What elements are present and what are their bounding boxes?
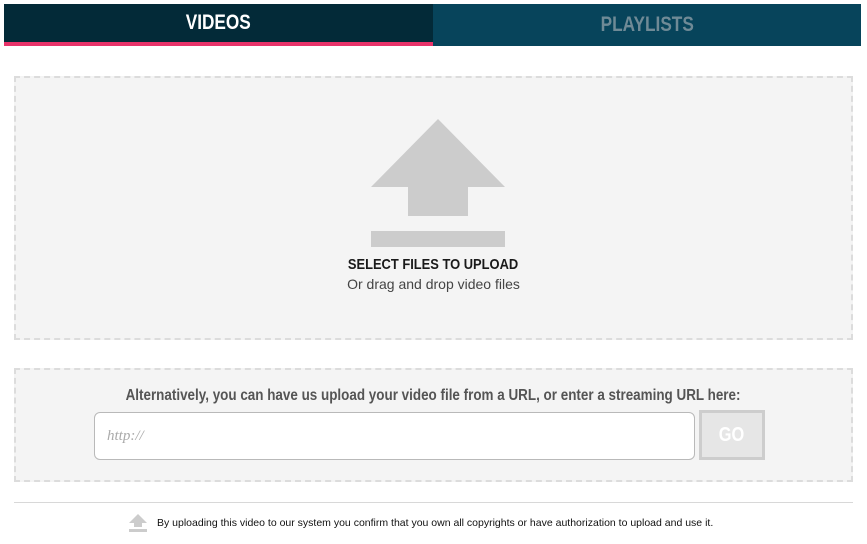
dropzone-subtitle: Or drag and drop video files	[347, 276, 520, 292]
go-button[interactable]: GO	[699, 410, 765, 460]
tab-bar: VIDEOS PLAYLISTS	[4, 4, 861, 46]
tab-videos[interactable]: VIDEOS	[4, 4, 433, 46]
dropzone-title: SELECT FILES TO UPLOAD	[348, 256, 519, 273]
url-input[interactable]	[94, 412, 695, 460]
tab-videos-label: VIDEOS	[185, 11, 251, 34]
file-dropzone[interactable]: SELECT FILES TO UPLOAD Or drag and drop …	[14, 76, 853, 340]
upload-arrow-icon	[129, 514, 147, 532]
upload-arrow-icon	[371, 119, 505, 247]
tab-playlists-label: PLAYLISTS	[600, 13, 694, 36]
tab-playlists[interactable]: PLAYLISTS	[432, 4, 861, 46]
divider	[14, 502, 853, 503]
url-upload-panel: Alternatively, you can have us upload yo…	[14, 368, 853, 482]
copyright-notice: By uploading this video to our system yo…	[157, 517, 714, 529]
url-upload-label: Alternatively, you can have us upload yo…	[126, 387, 741, 404]
